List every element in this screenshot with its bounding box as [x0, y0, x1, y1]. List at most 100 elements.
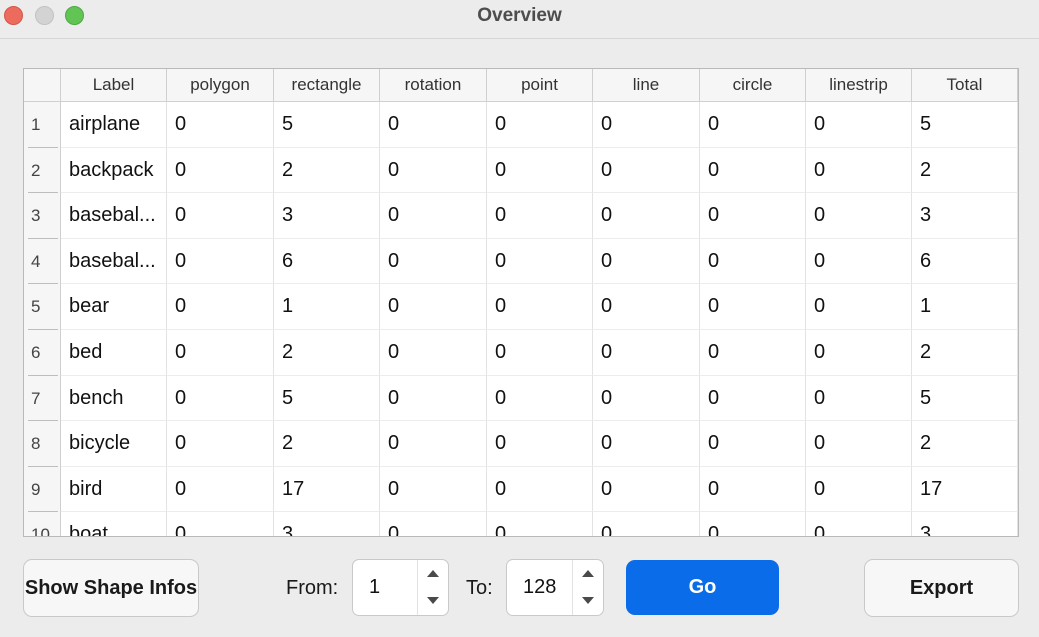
label-cell[interactable]: bird: [61, 466, 167, 513]
count-cell[interactable]: 0: [593, 238, 700, 285]
count-cell[interactable]: 0: [806, 284, 912, 330]
count-cell[interactable]: 0: [487, 284, 593, 330]
count-cell[interactable]: 0: [700, 421, 806, 467]
row-number[interactable]: 6: [24, 330, 61, 376]
column-header[interactable]: Total: [912, 69, 1018, 101]
count-cell[interactable]: 0: [167, 466, 274, 513]
table-row[interactable]: 9 bird 0 17 0 0 0 0 0 17: [24, 466, 1018, 513]
count-cell[interactable]: 0: [700, 193, 806, 239]
from-increment-icon[interactable]: [427, 570, 439, 577]
count-cell[interactable]: 5: [912, 375, 1018, 422]
count-cell[interactable]: 3: [912, 193, 1018, 239]
count-cell[interactable]: 1: [912, 284, 1018, 330]
column-header[interactable]: point: [487, 69, 593, 101]
count-cell[interactable]: 0: [593, 421, 700, 467]
to-stepper[interactable]: [572, 560, 603, 615]
count-cell[interactable]: 0: [806, 147, 912, 194]
count-cell[interactable]: 0: [806, 375, 912, 422]
count-cell[interactable]: 0: [487, 466, 593, 513]
count-cell[interactable]: 0: [167, 102, 274, 148]
count-cell[interactable]: 0: [700, 330, 806, 376]
count-cell[interactable]: 2: [274, 330, 380, 376]
count-cell[interactable]: 0: [380, 512, 487, 536]
label-cell[interactable]: basebal...: [61, 238, 167, 285]
overview-table[interactable]: Label polygon rectangle rotation point line ci…: [23, 68, 1019, 537]
count-cell[interactable]: 0: [806, 102, 912, 148]
count-cell[interactable]: 0: [700, 466, 806, 513]
column-header[interactable]: rectangle: [274, 69, 380, 101]
count-cell[interactable]: 0: [700, 284, 806, 330]
count-cell[interactable]: 0: [593, 375, 700, 422]
count-cell[interactable]: 0: [593, 512, 700, 536]
count-cell[interactable]: 0: [806, 238, 912, 285]
count-cell[interactable]: 6: [274, 238, 380, 285]
count-cell[interactable]: 0: [380, 330, 487, 376]
count-cell[interactable]: 0: [593, 147, 700, 194]
table-row[interactable]: 7 bench 0 5 0 0 0 0 0 5: [24, 375, 1018, 422]
count-cell[interactable]: 0: [487, 375, 593, 422]
to-decrement-icon[interactable]: [582, 597, 594, 604]
count-cell[interactable]: 0: [380, 102, 487, 148]
count-cell[interactable]: 0: [806, 330, 912, 376]
count-cell[interactable]: 0: [593, 102, 700, 148]
count-cell[interactable]: 0: [700, 512, 806, 536]
label-cell[interactable]: airplane: [61, 102, 167, 148]
column-header[interactable]: line: [593, 69, 700, 101]
count-cell[interactable]: 17: [274, 466, 380, 513]
count-cell[interactable]: 5: [912, 102, 1018, 148]
label-cell[interactable]: bear: [61, 284, 167, 330]
row-number[interactable]: 4: [24, 238, 61, 285]
count-cell[interactable]: 0: [487, 238, 593, 285]
count-cell[interactable]: 2: [274, 421, 380, 467]
count-cell[interactable]: 0: [380, 466, 487, 513]
label-cell[interactable]: bicycle: [61, 421, 167, 467]
table-row[interactable]: 5 bear 0 1 0 0 0 0 0 1: [24, 284, 1018, 330]
count-cell[interactable]: 0: [593, 284, 700, 330]
row-number[interactable]: 8: [24, 421, 61, 467]
label-cell[interactable]: backpack: [61, 147, 167, 194]
to-increment-icon[interactable]: [582, 570, 594, 577]
count-cell[interactable]: 0: [380, 147, 487, 194]
column-header[interactable]: circle: [700, 69, 806, 101]
row-number[interactable]: 2: [24, 147, 61, 194]
count-cell[interactable]: 0: [380, 421, 487, 467]
row-number[interactable]: 7: [24, 375, 61, 422]
count-cell[interactable]: 3: [912, 512, 1018, 536]
row-number[interactable]: 1: [24, 102, 61, 148]
from-value[interactable]: 1: [369, 576, 380, 599]
count-cell[interactable]: 0: [806, 466, 912, 513]
table-row[interactable]: 8 bicycle 0 2 0 0 0 0 0 2: [24, 421, 1018, 467]
count-cell[interactable]: 2: [912, 147, 1018, 194]
count-cell[interactable]: 0: [487, 102, 593, 148]
count-cell[interactable]: 1: [274, 284, 380, 330]
table-row[interactable]: 2 backpack 0 2 0 0 0 0 0 2: [24, 147, 1018, 194]
row-number[interactable]: 10: [24, 512, 61, 536]
count-cell[interactable]: 0: [380, 193, 487, 239]
count-cell[interactable]: 0: [700, 102, 806, 148]
count-cell[interactable]: 0: [806, 193, 912, 239]
table-row[interactable]: 3 basebal... 0 3 0 0 0 0 0 3: [24, 193, 1018, 239]
column-header[interactable]: rotation: [380, 69, 487, 101]
count-cell[interactable]: 0: [380, 375, 487, 422]
count-cell[interactable]: 0: [593, 193, 700, 239]
table-row[interactable]: 4 basebal... 0 6 0 0 0 0 0 6: [24, 238, 1018, 285]
label-cell[interactable]: bed: [61, 330, 167, 376]
column-header[interactable]: Label: [61, 69, 167, 101]
count-cell[interactable]: 0: [487, 512, 593, 536]
row-number[interactable]: 5: [24, 284, 61, 330]
count-cell[interactable]: 0: [167, 193, 274, 239]
count-cell[interactable]: 5: [274, 102, 380, 148]
label-cell[interactable]: boat: [61, 512, 167, 536]
label-cell[interactable]: bench: [61, 375, 167, 422]
count-cell[interactable]: 0: [806, 421, 912, 467]
count-cell[interactable]: 2: [912, 330, 1018, 376]
to-value[interactable]: 128: [523, 576, 556, 599]
count-cell[interactable]: 0: [700, 238, 806, 285]
count-cell[interactable]: 3: [274, 193, 380, 239]
to-spinbox[interactable]: 128: [506, 559, 604, 616]
row-number[interactable]: 3: [24, 193, 61, 239]
count-cell[interactable]: 0: [380, 284, 487, 330]
from-decrement-icon[interactable]: [427, 597, 439, 604]
count-cell[interactable]: 0: [806, 512, 912, 536]
count-cell[interactable]: 2: [274, 147, 380, 194]
